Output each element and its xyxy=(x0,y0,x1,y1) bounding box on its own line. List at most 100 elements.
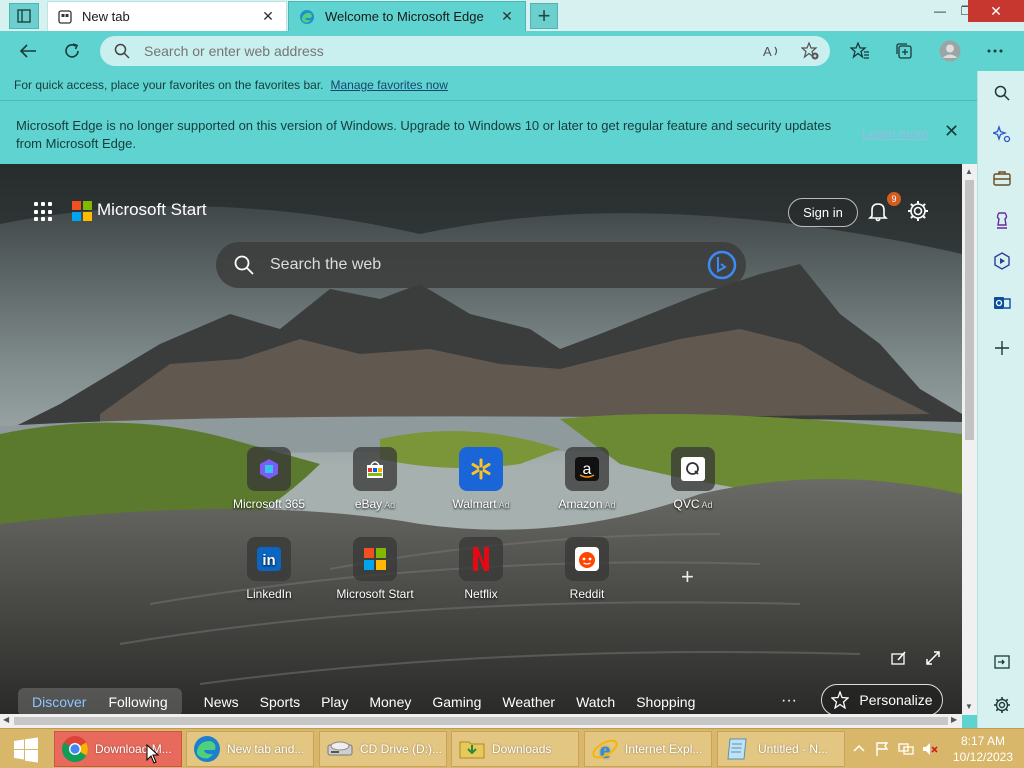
sidebar-add-button[interactable] xyxy=(991,337,1013,359)
feed-tab-watch[interactable]: Watch xyxy=(576,694,615,710)
new-tab-page: Microsoft Start Sign in 9 Search the web… xyxy=(0,164,962,715)
sidebar-discover-button[interactable] xyxy=(991,123,1013,145)
close-tab-icon[interactable]: ✕ xyxy=(260,8,276,25)
quicklink-qvc[interactable]: QVC Ad xyxy=(643,447,743,511)
edit-background-icon[interactable] xyxy=(891,650,907,666)
scroll-down-arrow-icon[interactable]: ▼ xyxy=(965,702,973,711)
quicklink-walmart[interactable]: Walmart Ad xyxy=(431,447,531,511)
taskbar-item-chrome[interactable]: Download M... xyxy=(54,731,182,767)
linkedin-icon: in xyxy=(247,537,291,581)
network-icon[interactable] xyxy=(898,741,914,757)
feed-more-button[interactable]: ··· xyxy=(781,692,797,710)
tab-new-tab[interactable]: New tab ✕ xyxy=(47,1,287,31)
add-quicklink-plus-icon[interactable]: + xyxy=(681,564,694,590)
feed-tab-play[interactable]: Play xyxy=(321,694,348,710)
quicklink-linkedin[interactable]: in LinkedIn xyxy=(219,537,319,601)
bing-chat-icon[interactable] xyxy=(706,249,738,281)
profile-button[interactable] xyxy=(935,36,965,66)
feed-tab-gaming[interactable]: Gaming xyxy=(432,694,481,710)
sidebar-tools-button[interactable] xyxy=(991,167,1013,189)
address-bar[interactable]: A xyxy=(100,36,830,66)
vertical-scroll-thumb[interactable] xyxy=(965,180,974,440)
ebay-icon xyxy=(353,447,397,491)
quicklink-microsoft-365[interactable]: Microsoft 365 xyxy=(219,447,319,511)
read-aloud-icon[interactable]: A xyxy=(760,41,784,61)
sidebar-games-button[interactable] xyxy=(991,209,1013,231)
notifications-bell-icon[interactable] xyxy=(866,199,890,223)
sidebar-office-button[interactable] xyxy=(991,250,1013,272)
quicklink-microsoft-start[interactable]: Microsoft Start xyxy=(325,537,425,601)
feed-tab-news[interactable]: News xyxy=(204,694,239,710)
horizontal-scrollbar[interactable]: ◀ ▶ xyxy=(0,714,962,728)
tile-label: Amazon xyxy=(558,497,603,511)
sidebar-settings-button[interactable] xyxy=(991,694,1013,716)
refresh-button[interactable] xyxy=(57,36,87,66)
ad-marker: Ad xyxy=(498,500,510,510)
manage-favorites-link[interactable]: Manage favorites now xyxy=(330,78,447,92)
tab-strip: New tab ✕ Welcome to Microsoft Edge ✕ + … xyxy=(0,0,1024,31)
personalize-label: Personalize xyxy=(859,692,933,708)
taskbar-item-internet-explorer[interactable]: e Internet Expl... xyxy=(584,731,712,767)
taskbar-item-edge[interactable]: New tab and... xyxy=(186,731,314,767)
start-button[interactable] xyxy=(4,733,48,767)
more-dots-icon xyxy=(987,49,1003,53)
quicklink-netflix[interactable]: Netflix xyxy=(431,537,531,601)
tab-welcome-edge[interactable]: Welcome to Microsoft Edge ✕ xyxy=(288,1,526,31)
personalize-button[interactable]: Personalize xyxy=(821,684,943,715)
microsoft-start-brand[interactable]: Microsoft Start xyxy=(97,200,207,220)
feed-tab-sports[interactable]: Sports xyxy=(260,694,300,710)
back-button[interactable] xyxy=(13,36,43,66)
scroll-up-arrow-icon[interactable]: ▲ xyxy=(965,167,973,176)
settings-more-button[interactable] xyxy=(980,36,1010,66)
expand-icon[interactable] xyxy=(925,650,941,666)
sidebar-search-button[interactable] xyxy=(991,82,1013,104)
taskbar-item-cd-drive[interactable]: CD Drive (D:)... xyxy=(319,731,447,767)
amazon-icon: a xyxy=(565,447,609,491)
minimize-button[interactable]: — xyxy=(927,0,953,22)
feed-tab-shopping[interactable]: Shopping xyxy=(636,694,695,710)
scroll-left-arrow-icon[interactable]: ◀ xyxy=(3,715,9,724)
tab-actions-button[interactable] xyxy=(9,3,39,29)
quicklink-amazon[interactable]: a Amazon Ad xyxy=(537,447,637,511)
show-hidden-icons-chevron-icon[interactable] xyxy=(851,741,867,757)
favorites-button[interactable] xyxy=(845,36,875,66)
sidebar-collapse-button[interactable] xyxy=(991,651,1013,673)
apps-launcher-icon[interactable] xyxy=(34,202,54,222)
sign-in-button[interactable]: Sign in xyxy=(788,198,858,227)
address-input[interactable] xyxy=(144,43,704,59)
feed-tab-following[interactable]: Following xyxy=(108,694,167,710)
action-center-flag-icon[interactable] xyxy=(874,741,890,757)
feed-tab-money[interactable]: Money xyxy=(369,694,411,710)
tile-label: eBay xyxy=(354,497,383,511)
collections-button[interactable] xyxy=(889,36,919,66)
new-tab-button[interactable]: + xyxy=(530,3,558,29)
page-settings-gear-icon[interactable] xyxy=(906,199,930,223)
system-clock[interactable]: 8:17 AM 10/12/2023 xyxy=(948,733,1018,765)
close-infobar-icon[interactable]: ✕ xyxy=(944,122,959,140)
close-tab-icon[interactable]: ✕ xyxy=(499,8,515,25)
sidebar-outlook-button[interactable] xyxy=(991,292,1013,314)
horizontal-scroll-thumb[interactable] xyxy=(14,717,948,725)
collections-icon xyxy=(896,43,912,59)
volume-muted-icon[interactable] xyxy=(922,741,938,757)
unsupported-os-infobar: Microsoft Edge is no longer supported on… xyxy=(0,100,977,164)
quicklink-reddit[interactable]: Reddit xyxy=(537,537,637,601)
add-favorite-icon[interactable] xyxy=(798,41,822,61)
feed-tab-discover[interactable]: Discover xyxy=(32,694,86,710)
web-search-box[interactable]: Search the web xyxy=(216,242,746,288)
taskbar-item-downloads[interactable]: Downloads xyxy=(451,731,579,767)
taskbar-item-label: Download M... xyxy=(95,742,172,756)
vertical-scrollbar[interactable]: ▲ ▼ xyxy=(962,164,977,715)
quicklink-ebay[interactable]: eBay Ad xyxy=(325,447,425,511)
feed-tab-weather[interactable]: Weather xyxy=(502,694,555,710)
personalize-star-icon xyxy=(831,691,850,709)
cd-drive-icon xyxy=(327,741,353,756)
netflix-icon xyxy=(459,537,503,581)
tab-title: Welcome to Microsoft Edge xyxy=(325,9,484,24)
office-icon xyxy=(994,252,1010,270)
taskbar-item-notepad[interactable]: Untitled - N... xyxy=(717,731,845,767)
learn-more-link[interactable]: Learn more xyxy=(862,125,928,143)
scroll-right-arrow-icon[interactable]: ▶ xyxy=(951,715,957,724)
svg-text:a: a xyxy=(583,461,592,478)
close-window-button[interactable]: ✕ xyxy=(968,0,1024,22)
